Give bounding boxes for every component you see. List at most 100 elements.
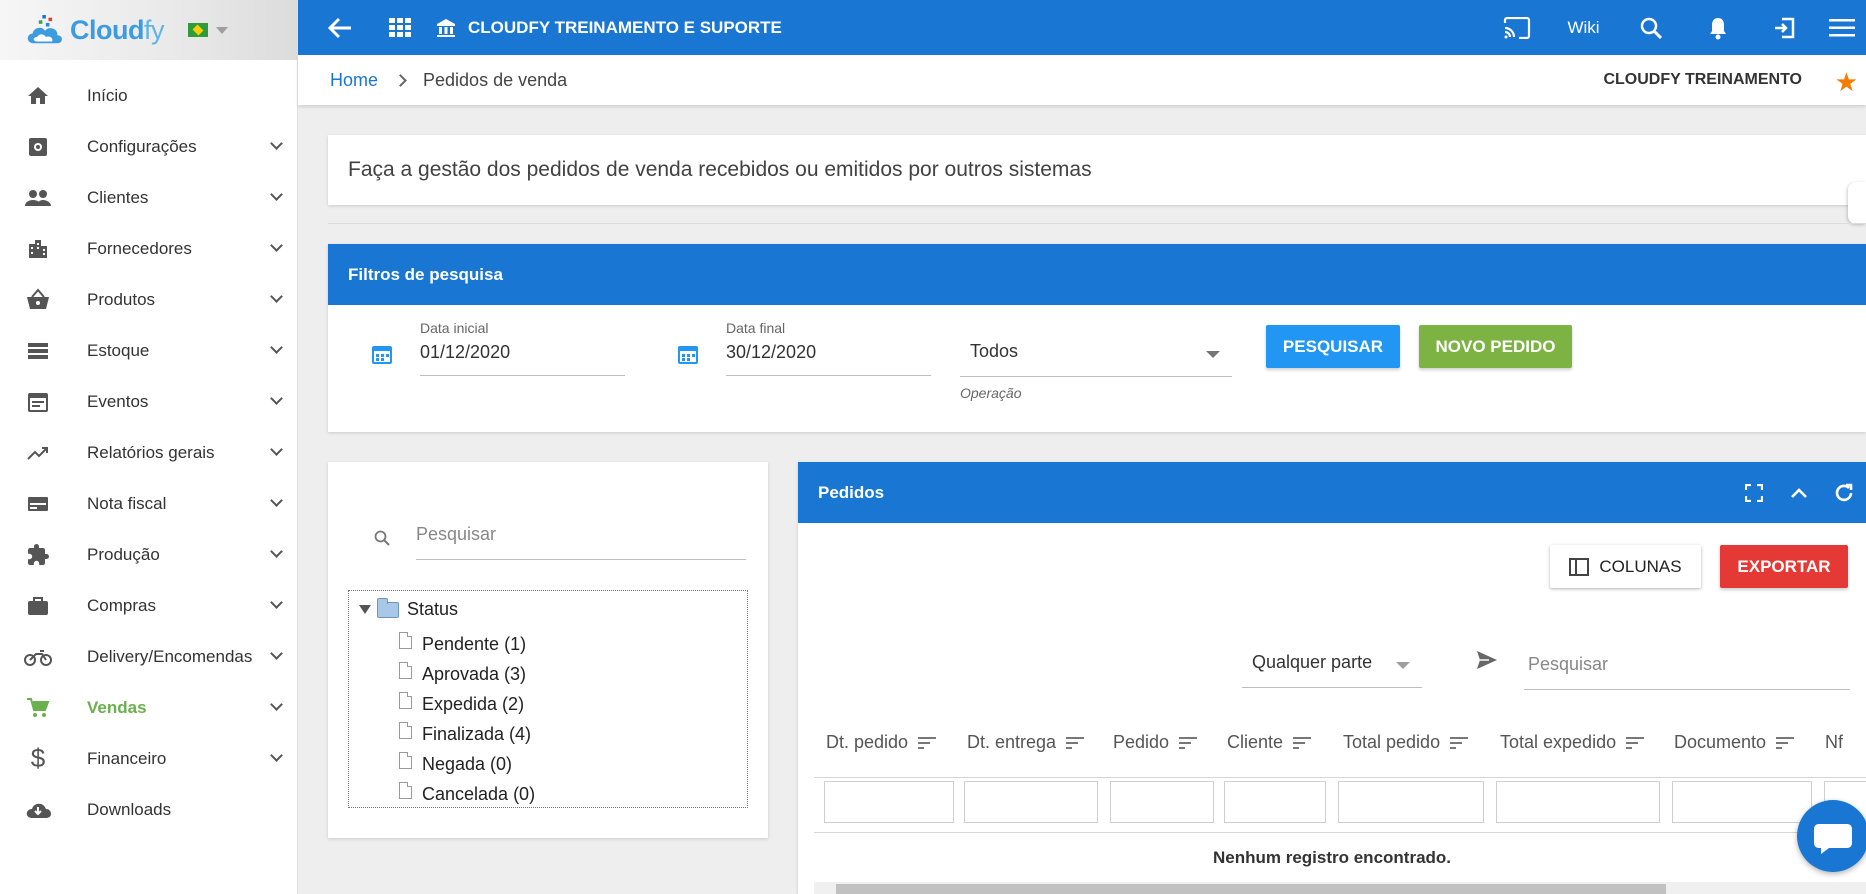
sidebar-item-configuracoes[interactable]: Configurações: [0, 121, 297, 172]
tree-item-negada[interactable]: Negada (0): [399, 749, 535, 779]
column-header-total-expedido[interactable]: Total expedido: [1500, 732, 1645, 753]
sidebar-item-label: Fornecedores: [87, 238, 192, 258]
sidebar-item-downloads[interactable]: Downloads: [0, 784, 297, 835]
start-date-input[interactable]: 01/12/2020: [420, 342, 625, 376]
company-title[interactable]: CLOUDFY TREINAMENTO E SUPORTE: [436, 18, 782, 38]
search-icon[interactable]: [1617, 0, 1684, 55]
people-icon: [24, 184, 52, 212]
wiki-link[interactable]: Wiki: [1550, 18, 1617, 38]
horizontal-scrollbar[interactable]: [814, 882, 1866, 894]
company-name: CLOUDFY TREINAMENTO: [1603, 71, 1802, 88]
logout-icon[interactable]: [1751, 0, 1818, 55]
back-arrow-icon[interactable]: [310, 0, 370, 55]
sort-icon[interactable]: [1626, 736, 1645, 749]
sort-icon[interactable]: [1450, 736, 1469, 749]
scrollbar-thumb[interactable]: [836, 884, 1666, 894]
sidebar-item-label: Eventos: [87, 391, 149, 411]
filter-documento-input[interactable]: [1672, 781, 1812, 823]
brazil-flag-icon[interactable]: [188, 23, 208, 37]
filter-dt-entrega-input[interactable]: [964, 781, 1098, 823]
operation-select[interactable]: Todos Operação: [960, 341, 1232, 401]
sidebar-item-relatorios[interactable]: Relatórios gerais: [0, 427, 297, 478]
orders-card: Pedidos COLUNAS EXPORTAR Qualquer parte …: [798, 462, 1866, 894]
fullscreen-icon[interactable]: [1731, 462, 1776, 523]
chat-bubble-icon[interactable]: [1797, 800, 1866, 872]
sort-icon[interactable]: [1066, 736, 1085, 749]
sidebar-item-produtos[interactable]: Produtos: [0, 274, 297, 325]
basket-icon: [24, 286, 52, 314]
sort-icon[interactable]: [1776, 736, 1795, 749]
cloud-logo-icon: [27, 15, 62, 44]
favorite-star-icon[interactable]: ★: [1835, 67, 1858, 98]
bell-icon[interactable]: [1684, 0, 1751, 55]
column-header-nf[interactable]: Nf: [1825, 732, 1843, 753]
sort-icon[interactable]: [1179, 736, 1198, 749]
chevron-down-icon: [270, 443, 283, 456]
end-date-field[interactable]: Data final 30/12/2020: [726, 320, 931, 376]
column-header-dt-pedido[interactable]: Dt. pedido: [826, 732, 937, 753]
tree-item-pendente[interactable]: Pendente (1): [399, 629, 535, 659]
calendar-icon[interactable]: [678, 344, 698, 364]
hamburger-menu-icon[interactable]: [1818, 0, 1866, 55]
filter-total-expedido-input[interactable]: [1496, 781, 1660, 823]
columns-button[interactable]: COLUNAS: [1550, 545, 1701, 588]
chevron-down-icon: [270, 341, 283, 354]
cast-icon[interactable]: [1483, 0, 1550, 55]
sidebar-item-inicio[interactable]: Início: [0, 70, 297, 121]
filter-total-pedido-input[interactable]: [1338, 781, 1484, 823]
sort-icon[interactable]: [918, 736, 937, 749]
tree-search-input[interactable]: Pesquisar: [416, 524, 746, 560]
sidebar-item-estoque[interactable]: Estoque: [0, 325, 297, 376]
column-header-documento[interactable]: Documento: [1674, 732, 1795, 753]
calendar-icon[interactable]: [372, 344, 392, 364]
sidebar-item-compras[interactable]: Compras: [0, 580, 297, 631]
tree-item-expedida[interactable]: Expedida (2): [399, 689, 535, 719]
cloudfy-logo[interactable]: Cloudfy: [22, 15, 165, 46]
sidebar-item-label: Início: [87, 85, 128, 105]
operation-select-value[interactable]: Todos: [960, 341, 1232, 377]
column-header-total-pedido[interactable]: Total pedido: [1343, 732, 1469, 753]
sidebar-item-nota-fiscal[interactable]: Nota fiscal: [0, 478, 297, 529]
tree-root-label: Status: [407, 599, 459, 619]
new-order-button[interactable]: NOVO PEDIDO: [1419, 325, 1572, 368]
end-date-input[interactable]: 30/12/2020: [726, 342, 931, 376]
sidebar-item-label: Configurações: [87, 136, 197, 156]
grid-search-input[interactable]: Pesquisar: [1524, 654, 1850, 690]
filter-dt-pedido-input[interactable]: [824, 781, 954, 823]
sidebar-item-producao[interactable]: Produção: [0, 529, 297, 580]
chevron-down-icon: [270, 392, 283, 405]
tree-children: Pendente (1) Aprovada (3) Expedida (2) F…: [399, 629, 535, 809]
search-button[interactable]: PESQUISAR: [1266, 325, 1400, 368]
chevron-up-icon[interactable]: [1776, 462, 1821, 523]
file-icon: [399, 691, 412, 709]
breadcrumb-home-link[interactable]: Home: [330, 70, 378, 91]
sidebar-item-clientes[interactable]: Clientes: [0, 172, 297, 223]
tree-item-aprovada[interactable]: Aprovada (3): [399, 659, 535, 689]
status-tree-card: Pesquisar Status Pendente (1) Aprovada (…: [328, 462, 768, 838]
apps-grid-icon[interactable]: [370, 0, 430, 55]
sort-icon[interactable]: [1293, 736, 1312, 749]
send-icon[interactable]: [1476, 650, 1498, 670]
side-panel-handle[interactable]: [1848, 182, 1866, 224]
column-header-pedido[interactable]: Pedido: [1113, 732, 1198, 753]
export-button[interactable]: EXPORTAR: [1720, 545, 1848, 588]
tree-item-cancelada[interactable]: Cancelada (0): [399, 779, 535, 809]
sidebar-item-eventos[interactable]: Eventos: [0, 376, 297, 427]
sidebar-item-financeiro[interactable]: $ Financeiro: [0, 733, 297, 784]
filter-pedido-input[interactable]: [1110, 781, 1214, 823]
language-caret-icon[interactable]: [216, 26, 228, 34]
refresh-icon[interactable]: [1821, 462, 1866, 523]
orders-header-actions: [1731, 462, 1866, 523]
tree-root-status[interactable]: Status: [359, 597, 459, 620]
column-header-dt-entrega[interactable]: Dt. entrega: [967, 732, 1085, 753]
column-header-cliente[interactable]: Cliente: [1227, 732, 1312, 753]
sidebar-item-fornecedores[interactable]: Fornecedores: [0, 223, 297, 274]
sidebar-item-vendas[interactable]: Vendas: [0, 682, 297, 733]
tree-item-finalizada[interactable]: Finalizada (4): [399, 719, 535, 749]
start-date-field[interactable]: Data inicial 01/12/2020: [420, 320, 625, 376]
match-mode-select[interactable]: Qualquer parte: [1242, 652, 1422, 688]
sidebar-item-delivery[interactable]: Delivery/Encomendas: [0, 631, 297, 682]
filter-cliente-input[interactable]: [1224, 781, 1326, 823]
expand-triangle-icon[interactable]: [359, 605, 371, 614]
folder-icon: [377, 597, 399, 618]
